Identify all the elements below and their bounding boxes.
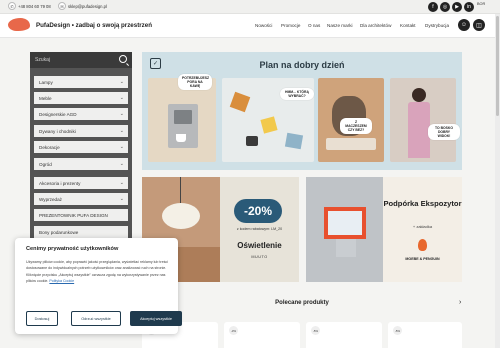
promo-subtitle: + zakładka [412,224,433,229]
phone-number: +48 804 60 79 08 [18,3,51,9]
search-icon[interactable] [119,55,127,63]
product-card[interactable]: -3% [224,322,300,348]
chevron-down-icon[interactable]: ⌄ [120,196,124,202]
category-dywany[interactable]: Dywany i chodniki ⌄ [34,125,128,137]
nav-promocje[interactable]: Promocje [281,23,300,28]
linkedin-icon[interactable]: in [464,2,474,12]
top-bar: ✆ +48 804 60 79 08 ✉ sklep@pufadesign.pl… [0,0,500,14]
cookie-body: Używamy plików cookie, aby poprawić jako… [26,259,169,284]
discount-badge: -3% [229,326,238,335]
category-label: Ogród [39,161,52,167]
brand-tagline[interactable]: PufaDesign • zadbaj o swoją przestrzeń [36,22,152,29]
category-label: Lampy [39,79,53,85]
nav-nowosci[interactable]: Nowości [255,23,272,28]
language-switch[interactable]: BOR [477,2,485,6]
site-header: PufaDesign • zadbaj o swoją przestrzeń N… [0,14,500,38]
promo-lighting-text: -20% z kodem rabatowym: LM_20 Oświetleni… [220,177,299,282]
search-input[interactable] [35,55,115,65]
account-icon[interactable]: ☺ [458,19,470,31]
discount-badge: -5% [311,326,320,335]
chevron-down-icon[interactable]: ⌄ [120,79,124,85]
promo-bookstand[interactable]: Podpórka Ekspozytor + zakładka MOEBE & P… [306,177,462,282]
mail-icon: ✉ [58,2,66,10]
recommended-title: Polecane produkty [275,300,329,306]
hero-banner[interactable]: ✓ Plan na dobry dzień POTRZEBUJESZ PORA … [142,52,462,170]
logo-icon[interactable] [8,18,30,31]
category-label: Wyprzedaż [39,196,62,202]
accept-all-button[interactable]: Akceptuj wszystkie [130,311,182,326]
promo-title: Oświetlenie [237,241,282,250]
customize-button[interactable]: Dostosuj [26,311,58,326]
category-wyprzedaz[interactable]: Wyprzedaż ⌄ [34,193,128,205]
coffee-machine-image [148,78,216,162]
phone-contact[interactable]: ✆ +48 804 60 79 08 [8,2,51,10]
chevron-down-icon[interactable]: ⌄ [120,128,124,134]
category-label: Designerskie AGD [39,111,77,117]
discount-badge: -20% [234,199,282,223]
chevron-right-icon[interactable]: › [459,299,461,306]
category-label: Dekoracje [39,144,60,150]
bookstand-image [306,177,383,282]
category-akcesoria[interactable]: Akcesoria i prezenty ⌄ [34,177,128,189]
category-designerskie-agd[interactable]: Designerskie AGD ⌄ [34,108,128,120]
banner-bubble: Z MACZESZEM CZY BEZ? [340,118,372,135]
page-scrollbar[interactable] [495,14,500,348]
phone-icon: ✆ [8,2,16,10]
penguin-logo-icon [418,239,427,251]
promo-brand: MUUTO [251,255,268,259]
chevron-down-icon[interactable]: ⌄ [120,95,124,101]
product-card[interactable]: -5% [388,322,462,348]
promo-title: Podpórka Ekspozytor [383,199,462,208]
product-card[interactable]: -5% [306,322,382,348]
search-bar [30,52,132,68]
promo-bookstand-text: Podpórka Ekspozytor + zakładka MOEBE & P… [383,177,462,282]
chevron-down-icon[interactable]: ⌄ [120,161,124,167]
email-address: sklep@pufadesign.pl [68,3,107,9]
nav-dla-architektow[interactable]: Dla architektów [360,23,391,28]
nav-dystrybucja[interactable]: Dystrybucja [425,23,449,28]
category-label: Akcesoria i prezenty [39,180,81,186]
banner-title: Plan na dobry dzień [259,60,345,70]
category-bony[interactable]: Bony podarunkowe [34,226,128,238]
category-meble[interactable]: Meble ⌄ [34,92,128,104]
youtube-icon[interactable]: ▶ [452,2,462,12]
chevron-down-icon[interactable]: ⌄ [120,180,124,186]
promo-brand: MOEBE & PENGUIN [405,257,440,261]
category-label: Meble [39,95,52,101]
email-contact[interactable]: ✉ sklep@pufadesign.pl [58,2,107,10]
nav-nasze-marki[interactable]: Nasze marki [327,23,353,28]
category-ogrod[interactable]: Ogród ⌄ [34,158,128,170]
category-dekoracje[interactable]: Dekoracje ⌄ [34,141,128,153]
cart-icon[interactable]: ◫ [473,19,485,31]
scrollbar-thumb[interactable] [496,16,499,116]
nav-o-nas[interactable]: O nas [308,23,320,28]
category-label: Bony podarunkowe [39,229,79,235]
cookie-consent-dialog: Cenimy prywatność użytkowników Używamy p… [15,238,182,334]
banner-bubble: HMM... KTÓRĄ WYBRAĆ? [280,88,314,101]
instagram-icon[interactable]: ◎ [440,2,450,12]
discount-note: z kodem rabatowym: LM_20 [236,227,283,231]
chevron-down-icon[interactable]: ⌄ [120,111,124,117]
category-label: PREZENTOWNIK PUFA DESIGN [39,212,108,218]
category-prezentownik[interactable]: PREZENTOWNIK PUFA DESIGN [34,209,128,221]
nav-kontakt[interactable]: Kontakt [400,23,416,28]
facebook-icon[interactable]: f [428,2,438,12]
discount-badge: -5% [393,326,402,335]
category-label: Dywany i chodniki [39,128,76,134]
category-lampy[interactable]: Lampy ⌄ [34,76,128,88]
banner-bubble: TO BOSKO DOBRY WIDOK! [428,124,460,141]
cookie-body-text: Używamy plików cookie, aby poprawić jako… [26,260,169,283]
cookie-title: Cenimy prywatność użytkowników [26,246,119,252]
cookie-policy-link[interactable]: Polityka Cookie [49,279,74,283]
chevron-down-icon[interactable]: ⌄ [120,144,124,150]
woman-view-image [390,78,456,162]
banner-bubble: POTRZEBUJESZ PORA NA KAWĘ [178,74,212,91]
reject-all-button[interactable]: Odrzuć wszystkie [71,311,121,326]
